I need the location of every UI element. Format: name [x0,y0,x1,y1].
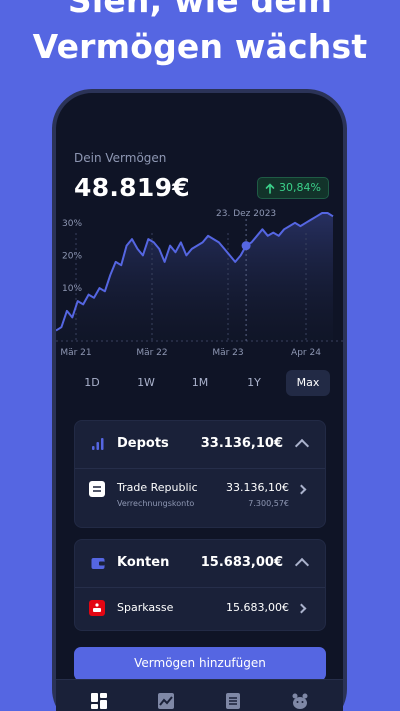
range-max[interactable]: Max [286,370,330,396]
y-tick-label: 30% [62,219,82,229]
wealth-chart[interactable]: 10% 20% 30% Mär 21 Mär 22 Mär 23 Apr 24 23. Dez… [56,203,343,363]
profile-icon[interactable] [289,690,311,711]
change-value: 30,84% [279,181,321,194]
change-badge: 30,84% [257,177,329,199]
y-tick-label: 10% [62,284,82,294]
trade-republic-logo-icon [89,481,105,497]
chevron-up-icon[interactable] [294,557,310,573]
chevron-right-icon [296,484,307,495]
depot-subvalue: 7.300,57€ [248,499,289,508]
x-tick-label: Mär 23 [212,348,243,358]
depots-total: 33.136,10€ [200,436,283,451]
y-tick-label: 20% [62,251,82,261]
konten-total: 15.683,00€ [200,555,283,570]
highlight-label: 23. Dez 2023 [216,209,276,219]
chevron-right-icon [296,603,307,614]
sparkasse-logo-icon [89,600,105,616]
konto-value: 15.683,00€ [226,601,289,614]
list-item[interactable]: Trade Republic 33.136,10€ Verrechnungsko… [75,469,325,527]
wealth-total: 48.819€ [74,173,190,202]
x-tick-label: Apr 24 [291,348,321,358]
bar-chart-icon [92,438,104,450]
konto-name: Sparkasse [117,601,174,614]
highlight-point [241,241,251,251]
depot-value: 33.136,10€ [226,481,289,494]
konten-title: Konten [117,555,170,570]
chart-area [56,213,333,341]
arrow-up-icon [265,182,275,194]
x-tick-label: Mär 22 [136,348,167,358]
wallet-icon [91,558,105,569]
range-1y[interactable]: 1Y [232,370,276,396]
konten-header[interactable]: Konten 15.683,00€ [75,540,325,588]
range-1w[interactable]: 1W [124,370,168,396]
range-1d[interactable]: 1D [70,370,114,396]
wealth-label: Dein Vermögen [74,151,167,165]
list-item[interactable]: Sparkasse 15.683,00€ [75,588,325,630]
app-screen: Dein Vermögen 48.819€ 30,84% 10% 20% 30% Mä… [56,93,343,711]
phone-frame: Dein Vermögen 48.819€ 30,84% 10% 20% 30% Mä… [52,89,347,711]
tab-bar [56,679,343,711]
depots-card: Depots 33.136,10€ Trade Republic 33.136,… [74,420,326,528]
depots-title: Depots [117,436,169,451]
konten-card: Konten 15.683,00€ Sparkasse 15.683,00€ [74,539,326,631]
chart-icon[interactable] [155,690,177,711]
depot-name: Trade Republic [117,481,198,494]
list-icon[interactable] [222,690,244,711]
headline: Sieh, wie dein Vermögen wächst [32,0,368,66]
range-selector: 1D 1W 1M 1Y Max [70,369,330,397]
add-wealth-button[interactable]: Vermögen hinzufügen [74,647,326,681]
depots-header[interactable]: Depots 33.136,10€ [75,421,325,469]
x-tick-label: Mär 21 [60,348,91,358]
depot-sub: Verrechnungskonto [117,499,195,508]
chevron-up-icon[interactable] [294,438,310,454]
dashboard-icon[interactable] [88,690,110,711]
range-1m[interactable]: 1M [178,370,222,396]
